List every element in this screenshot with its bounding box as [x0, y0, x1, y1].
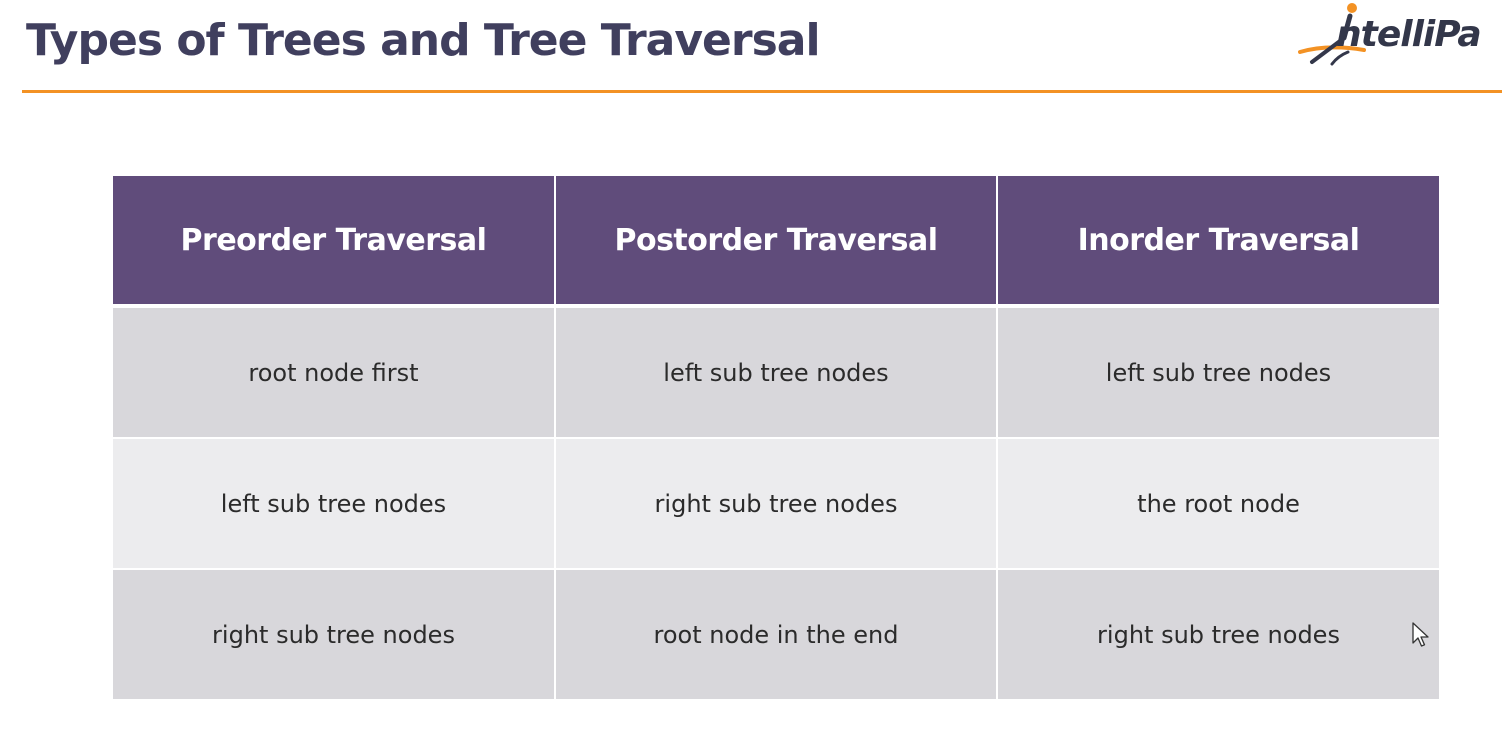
slide-title: Types of Trees and Tree Traversal [26, 15, 821, 66]
table-cell: left sub tree nodes [554, 305, 997, 438]
traversal-comparison-table: Preorder Traversal Postorder Traversal I… [113, 176, 1439, 699]
header-postorder: Postorder Traversal [554, 176, 997, 308]
table-cell: left sub tree nodes [996, 305, 1439, 438]
table-cell: right sub tree nodes [113, 568, 555, 699]
header-preorder: Preorder Traversal [113, 176, 555, 308]
title-underline [22, 90, 1502, 93]
table-cell: the root node [996, 437, 1439, 569]
header-inorder: Inorder Traversal [996, 176, 1439, 308]
table-cell: right sub tree nodes [554, 437, 997, 569]
table-header-row: Preorder Traversal Postorder Traversal I… [113, 176, 1439, 308]
table-row: root node first left sub tree nodes left… [113, 305, 1439, 438]
mouse-pointer-icon [1412, 622, 1429, 647]
table-row: left sub tree nodes right sub tree nodes… [113, 437, 1439, 569]
table-row: right sub tree nodes root node in the en… [113, 568, 1439, 699]
table-cell: root node first [113, 305, 555, 438]
table-cell: left sub tree nodes [113, 437, 555, 569]
intellipaat-logo: ntelliPa [1298, 0, 1502, 80]
logo-wordmark: ntelliPa [1336, 14, 1482, 55]
table-cell: root node in the end [554, 568, 997, 699]
table-cell: right sub tree nodes [996, 568, 1439, 699]
